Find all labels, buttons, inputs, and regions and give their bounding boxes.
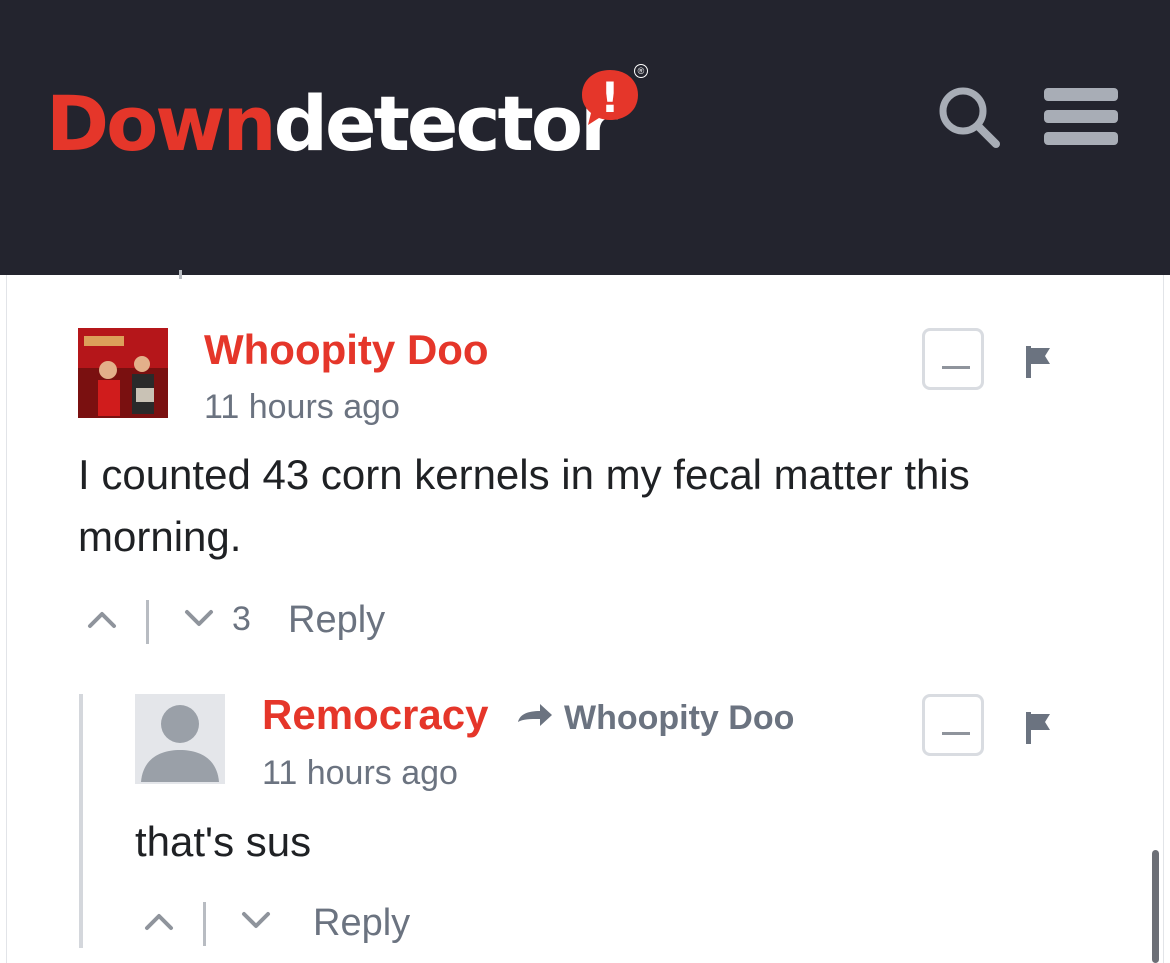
comment-text-line: I counted 43 corn kernels in my fecal ma… <box>78 451 970 498</box>
comment-author[interactable]: Whoopity Doo <box>204 329 489 371</box>
reply-arrow-icon <box>518 704 552 726</box>
downvote-icon[interactable] <box>183 608 215 630</box>
menu-bar <box>1044 132 1118 145</box>
avatar[interactable] <box>78 328 168 418</box>
flag-icon[interactable] <box>1025 712 1051 744</box>
top-header: Downdetector ! ® <box>0 0 1170 275</box>
menu-icon[interactable] <box>1044 88 1118 146</box>
content-left-border <box>6 275 7 963</box>
collapse-button[interactable] <box>922 328 984 390</box>
vote-divider <box>203 902 206 946</box>
reply-button[interactable]: Reply <box>313 904 410 942</box>
collapse-button[interactable] <box>922 694 984 756</box>
menu-bar <box>1044 110 1118 123</box>
comment-text: that's sus <box>135 818 312 865</box>
logo-text-detector: detector <box>273 79 618 168</box>
thread-line <box>79 694 83 948</box>
vote-count: 3 <box>232 600 251 638</box>
flag-icon[interactable] <box>1025 346 1051 378</box>
previous-divider-remnant <box>179 270 182 279</box>
reply-to-author[interactable]: Whoopity Doo <box>564 701 794 735</box>
logo-text-down: Down <box>46 79 277 168</box>
collapse-icon <box>942 732 970 735</box>
avatar[interactable] <box>135 694 225 784</box>
search-icon[interactable] <box>936 84 1002 150</box>
logo-badge-mark: ! <box>600 73 619 122</box>
comment-timestamp[interactable]: 11 hours ago <box>262 756 458 790</box>
vote-divider <box>146 600 149 644</box>
upvote-icon[interactable] <box>86 608 118 630</box>
comment-timestamp[interactable]: 11 hours ago <box>204 390 400 424</box>
downvote-icon[interactable] <box>240 910 272 932</box>
comment-text-line: morning. <box>78 513 242 560</box>
scrollbar[interactable] <box>1152 850 1159 963</box>
reply-button[interactable]: Reply <box>288 601 385 639</box>
comment-author[interactable]: Remocracy <box>262 694 488 736</box>
logo-alert-icon: ! <box>582 70 638 125</box>
collapse-icon <box>942 366 970 369</box>
menu-bar <box>1044 88 1118 101</box>
content-right-border <box>1163 275 1164 963</box>
downdetector-logo[interactable]: Downdetector <box>46 86 618 162</box>
upvote-icon[interactable] <box>143 910 175 932</box>
registered-mark: ® <box>634 64 648 78</box>
comment-text: I counted 43 corn kernels in my fecal ma… <box>78 444 1118 568</box>
